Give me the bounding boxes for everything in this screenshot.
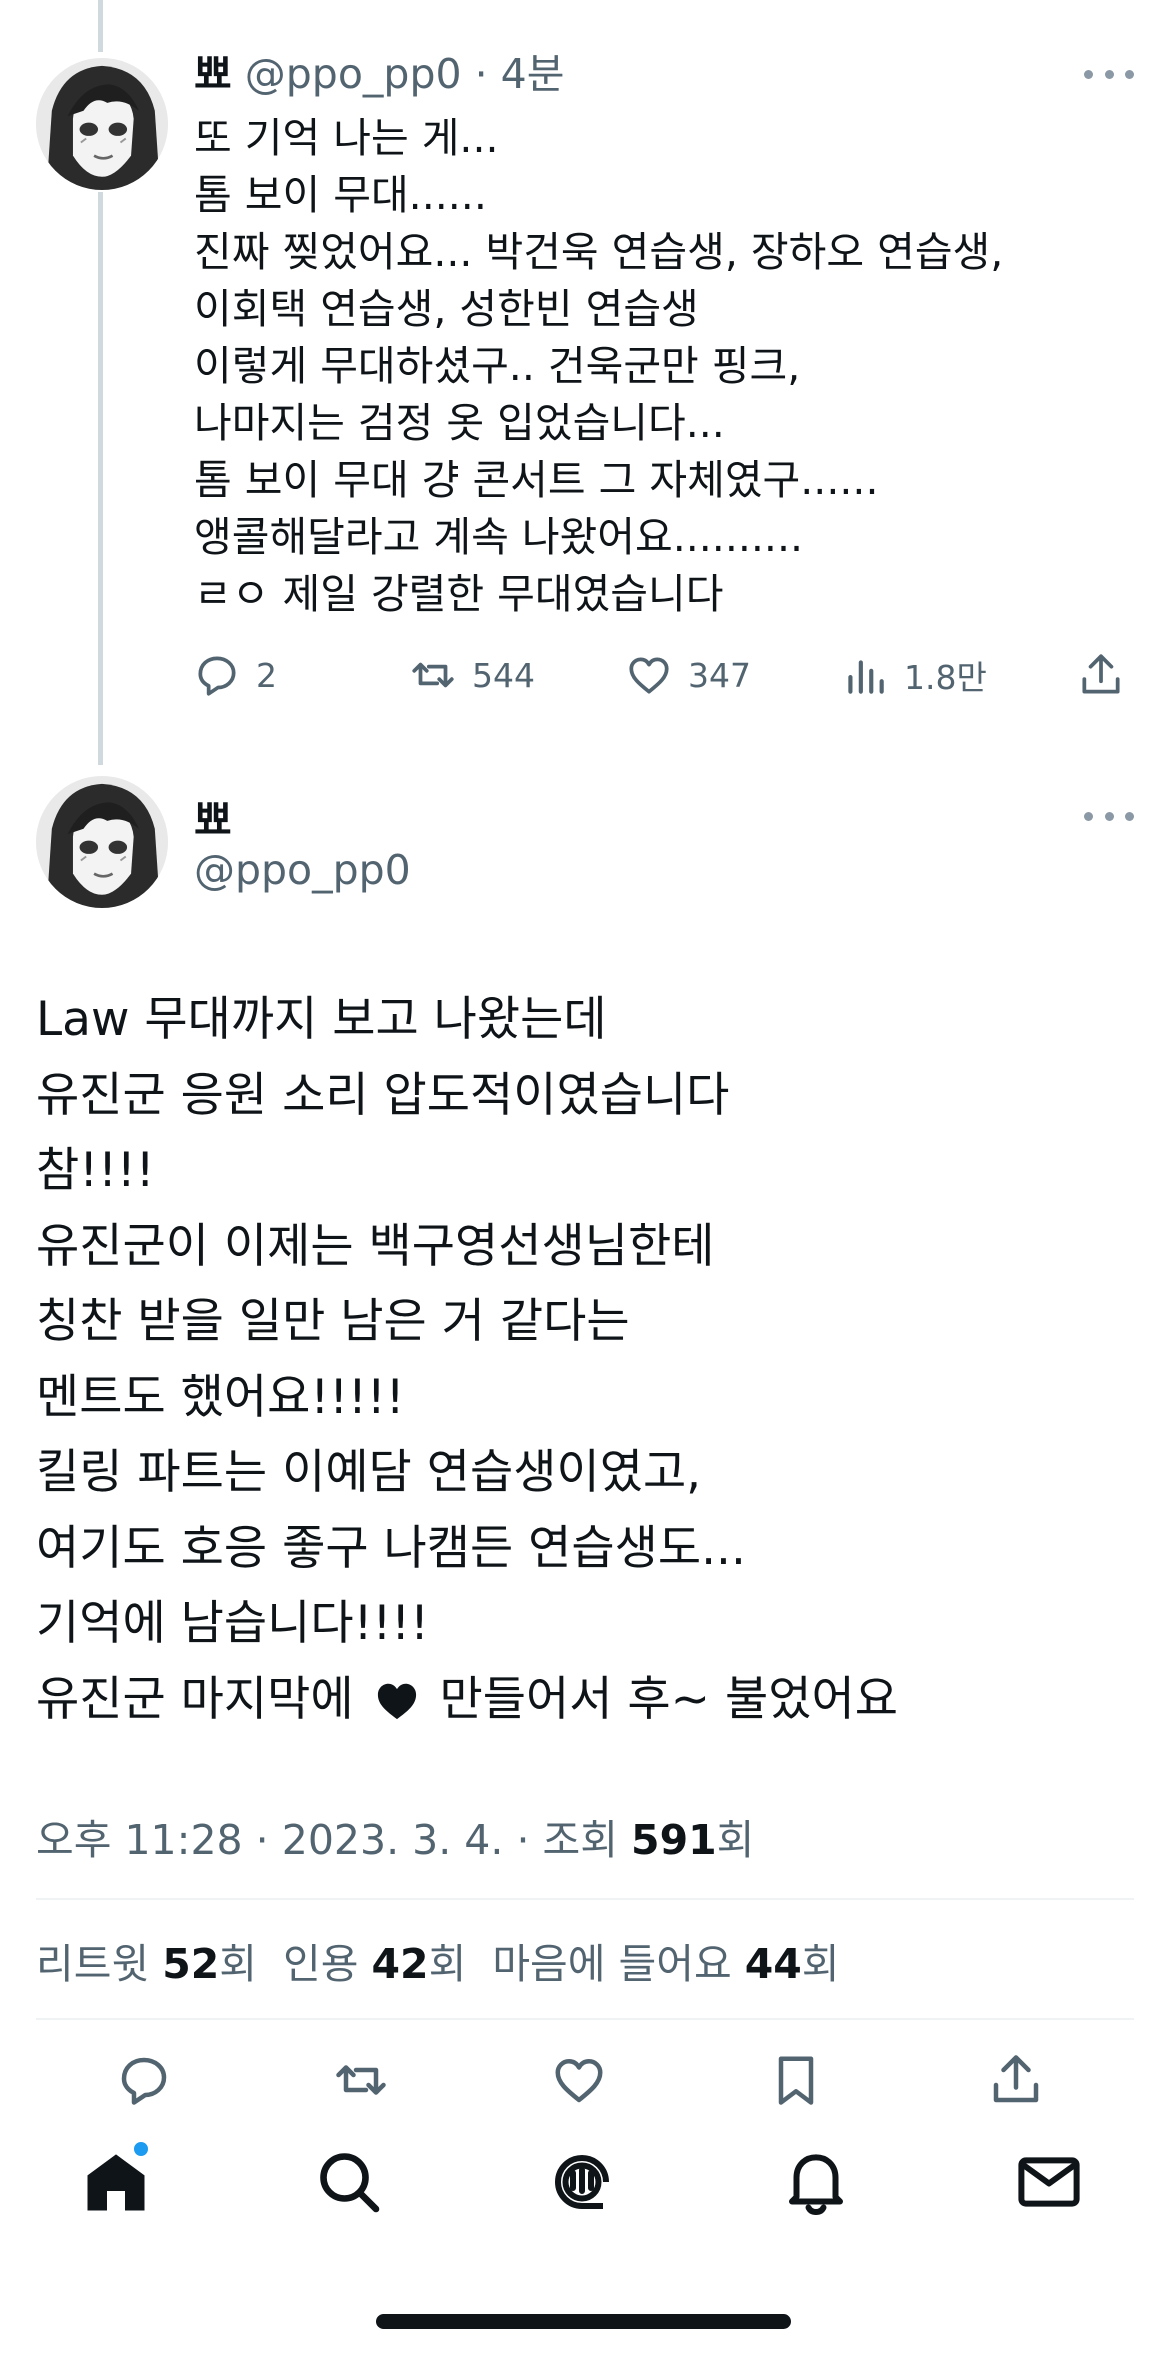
text-line: 멘트도 했어요!!!!! — [36, 1369, 405, 1425]
retweet-icon — [412, 662, 454, 688]
bookmark-button[interactable] — [766, 2050, 826, 2110]
black-heart-emoji-icon — [377, 1683, 416, 1719]
separator: · — [503, 1816, 543, 1864]
tab-notifications[interactable] — [780, 2146, 852, 2218]
avatar[interactable] — [36, 58, 168, 190]
quotes-label: 인용 — [283, 1940, 359, 1988]
avatar-image — [36, 776, 168, 908]
messages-icon — [1018, 2157, 1080, 2207]
heart-icon — [629, 657, 669, 694]
retweets-stat[interactable]: 리트윗 52회 — [36, 1940, 257, 1988]
tab-messages[interactable] — [1013, 2146, 1085, 2218]
text-line: 여기도 호응 좋구 나캠든 연습생도... — [36, 1520, 746, 1576]
search-icon — [320, 2153, 380, 2213]
retweets-count: 52 — [162, 1940, 220, 1988]
bottom-tab-bar — [0, 2140, 1170, 2260]
notification-dot — [132, 2140, 150, 2158]
more-options-icon[interactable] — [1084, 806, 1134, 826]
comment-icon — [198, 656, 236, 696]
comment-icon — [121, 2057, 167, 2105]
tweet-meta: 오후 11:28 · 2023. 3. 4. · 조회 591회 — [36, 1806, 754, 1866]
text-segment: 유진군 마지막에 — [36, 1671, 354, 1727]
text-line: 진짜 찢었어요... 박건욱 연습생, 장하오 연습생, — [194, 228, 1004, 276]
share-icon — [993, 2055, 1039, 2103]
text-line: 유진군 응원 소리 압도적이였습니다 — [36, 1067, 730, 1123]
text-line: 나마지는 검정 옷 입었습니다... — [194, 399, 725, 447]
handle[interactable]: @ppo_pp0 — [245, 50, 462, 98]
reply-button[interactable]: 2 — [192, 650, 277, 700]
more-options-icon[interactable] — [1084, 64, 1134, 84]
notifications-icon — [789, 2154, 843, 2216]
text-line: 칭찬 받을 일만 남은 거 같다는 — [36, 1294, 630, 1349]
reply-header: 뾰 @ppo_pp0 · 4분 — [194, 48, 564, 100]
text-line: 이회택 연습생, 성한빈 연습생 — [194, 285, 699, 333]
separator: · — [461, 50, 501, 98]
tweet-action-bar — [0, 2050, 1170, 2120]
separator: · — [242, 1816, 282, 1864]
avatar[interactable] — [36, 776, 168, 908]
views-count: 1.8만 — [904, 658, 987, 697]
divider — [36, 2018, 1134, 2020]
tab-spaces[interactable] — [546, 2146, 618, 2218]
text-line: 톰 보이 무대 걍 콘서트 그 자체였구...... — [194, 456, 879, 504]
text-line: 이렇게 무대하셨구.. 건욱군만 핑크, — [194, 342, 801, 390]
text-line: 킬링 파트는 이예담 연습생이였고, — [36, 1445, 702, 1500]
likes-count: 44 — [744, 1940, 802, 1988]
tweet-text: Law 무대까지 보고 나왔는데 유진군 응원 소리 압도적이였습니다 참!!!… — [36, 982, 898, 1737]
avatar-image — [36, 58, 168, 190]
tweet-date[interactable]: 2023. 3. 4. — [282, 1816, 504, 1864]
retweet-button[interactable] — [331, 2050, 391, 2110]
text-segment: 만들어서 후~ 불었어요 — [439, 1671, 898, 1727]
spaces-icon — [555, 2155, 609, 2209]
retweet-icon — [336, 2065, 386, 2095]
share-button[interactable] — [1076, 650, 1126, 700]
views-label: 조회 — [542, 1816, 618, 1864]
retweets-label: 리트윗 — [36, 1940, 150, 1988]
views-count: 591 — [631, 1816, 717, 1864]
text-line: Law 무대까지 보고 나왔는데 — [36, 992, 607, 1047]
handle[interactable]: @ppo_pp0 — [194, 846, 411, 894]
display-name[interactable]: 뾰 — [194, 786, 232, 846]
like-button[interactable]: 347 — [624, 650, 751, 700]
text-line: 기억에 남습니다!!!! — [36, 1596, 429, 1651]
unit: 회 — [801, 1940, 840, 1988]
reply-count: 2 — [256, 655, 277, 695]
text-line: 참!!!! — [36, 1143, 155, 1198]
analytics-icon — [848, 660, 884, 694]
likes-label: 마음에 들어요 — [492, 1940, 732, 1988]
thread-line-top — [98, 0, 103, 52]
heart-icon — [555, 2059, 603, 2103]
text-line: ㄹㅇ 제일 강렬한 무대였습니다 — [194, 570, 724, 618]
unit: 회 — [219, 1940, 258, 1988]
display-name[interactable]: 뾰 — [194, 50, 232, 98]
quotes-stat[interactable]: 인용 42회 — [283, 1940, 466, 1988]
divider — [36, 1898, 1134, 1900]
bookmark-icon — [778, 2056, 814, 2105]
home-indicator[interactable] — [376, 2314, 791, 2329]
tab-search[interactable] — [313, 2146, 385, 2218]
reply-button[interactable] — [114, 2050, 174, 2110]
views-button[interactable]: 1.8만 — [840, 650, 987, 700]
reply-text: 또 기억 나는 게... 톰 보이 무대...... 진짜 찢었어요... 박건… — [194, 110, 1003, 623]
quotes-count: 42 — [371, 1940, 429, 1988]
text-line: 톰 보이 무대...... — [194, 171, 487, 219]
engagement-stats: 리트윗 52회 인용 42회 마음에 들어요 44회 — [36, 1930, 840, 1990]
text-line: 유진군 마지막에 만들어서 후~ 불었어요 — [36, 1662, 898, 1738]
likes-stat[interactable]: 마음에 들어요 44회 — [492, 1940, 839, 1988]
share-button[interactable] — [986, 2050, 1046, 2110]
views-unit: 회 — [716, 1816, 755, 1864]
text-line: 유진군이 이제는 백구영선생님한테 — [36, 1218, 715, 1274]
timestamp[interactable]: 4분 — [501, 50, 565, 98]
text-line: 또 기억 나는 게... — [194, 114, 499, 162]
retweet-button[interactable]: 544 — [408, 650, 535, 700]
like-count: 347 — [688, 655, 751, 695]
retweet-count: 544 — [472, 655, 535, 695]
share-icon — [1082, 654, 1120, 694]
like-button[interactable] — [549, 2050, 609, 2110]
unit: 회 — [428, 1940, 467, 1988]
text-line: 앵콜해달라고 계속 나왔어요.......... — [194, 513, 804, 561]
tweet-time[interactable]: 오후 11:28 — [36, 1816, 243, 1864]
reply-action-bar: 2 544 347 1.8만 — [0, 640, 1170, 710]
